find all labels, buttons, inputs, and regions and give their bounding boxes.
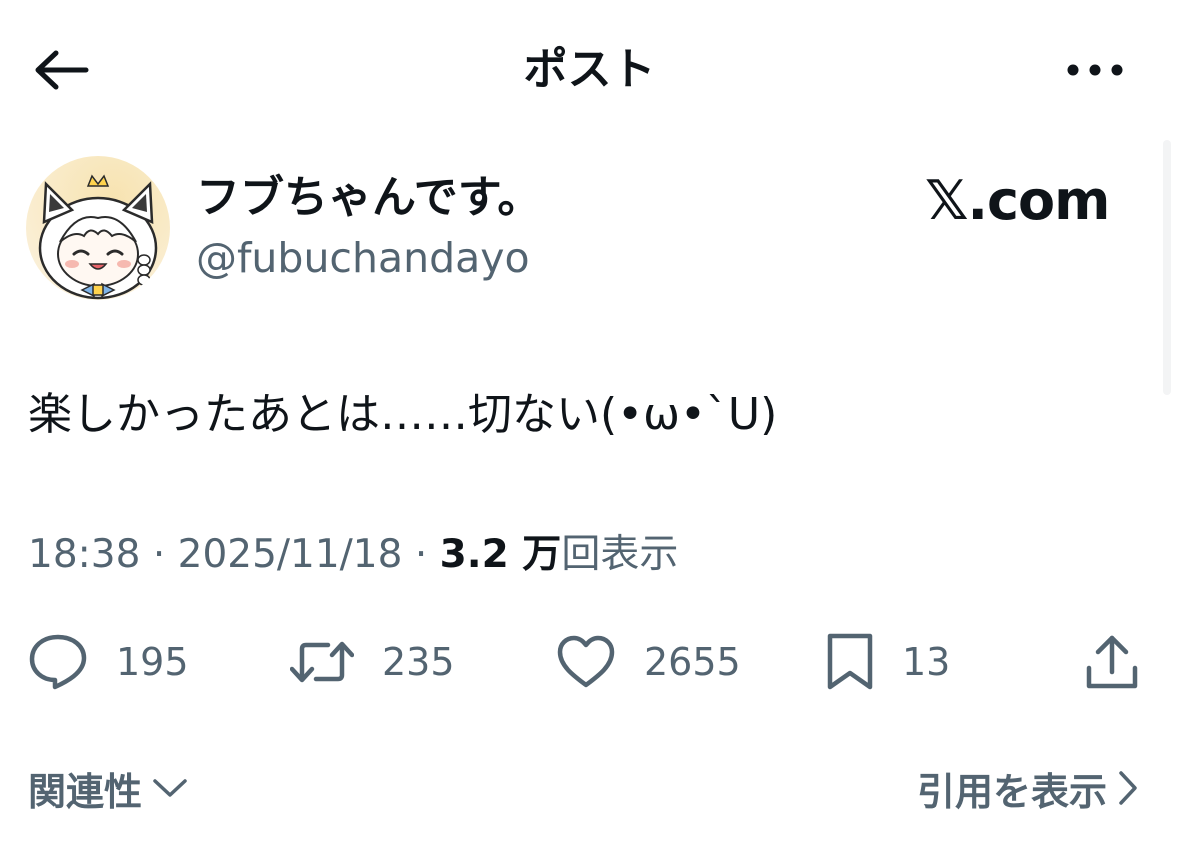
reply-icon — [29, 634, 87, 690]
views-count: 3.2 万 — [439, 532, 562, 577]
author-handle[interactable]: @fubuchandayo — [196, 230, 530, 286]
share-icon — [1086, 635, 1138, 689]
repost-count: 235 — [382, 640, 455, 684]
avatar-illustration — [26, 156, 170, 300]
x-com-logo: 𝕏.com — [925, 169, 1110, 232]
post-meta: 18:38 · 2025/11/18 · 3.2 万回表示 — [28, 527, 678, 583]
meta-separator: · — [414, 532, 428, 577]
post-date[interactable]: 2025/11/18 — [178, 532, 403, 577]
bookmark-button[interactable]: 13 — [826, 622, 950, 702]
meta-separator: · — [152, 532, 166, 577]
chevron-right-icon — [1119, 771, 1137, 805]
relevance-label: 関連性 — [28, 769, 143, 814]
author-display-name[interactable]: フブちゃんです。 — [196, 168, 541, 228]
reply-count: 195 — [116, 640, 189, 684]
sort-relevance-dropdown[interactable]: 関連性 — [28, 760, 188, 816]
more-options-button[interactable] — [1063, 46, 1127, 94]
bookmark-count: 13 — [902, 640, 951, 684]
chevron-down-icon — [153, 779, 187, 797]
like-button[interactable]: 2655 — [556, 622, 741, 702]
heart-icon — [557, 635, 615, 688]
repost-button[interactable]: 235 — [290, 622, 455, 702]
avatar[interactable] — [26, 156, 170, 300]
post-text: 楽しかったあとは……切ない(•ω•`U) — [28, 389, 778, 440]
action-bar: 195 235 2655 13 — [0, 622, 1179, 702]
quotes-label: 引用を表示 — [916, 769, 1107, 814]
top-bar: ポスト — [0, 0, 1179, 140]
like-count: 2655 — [644, 640, 741, 684]
reply-button[interactable]: 195 — [28, 622, 189, 702]
views-label: 回表示 — [561, 532, 679, 577]
view-quotes-link[interactable]: 引用を表示 — [917, 760, 1139, 816]
repost-icon — [290, 641, 354, 683]
scrollbar-track — [1163, 140, 1171, 395]
share-button[interactable] — [1084, 622, 1140, 702]
more-horizontal-icon — [1067, 64, 1123, 76]
page-title: ポスト — [523, 44, 656, 95]
bookmark-icon — [827, 633, 873, 690]
post-time[interactable]: 18:38 — [28, 532, 140, 577]
